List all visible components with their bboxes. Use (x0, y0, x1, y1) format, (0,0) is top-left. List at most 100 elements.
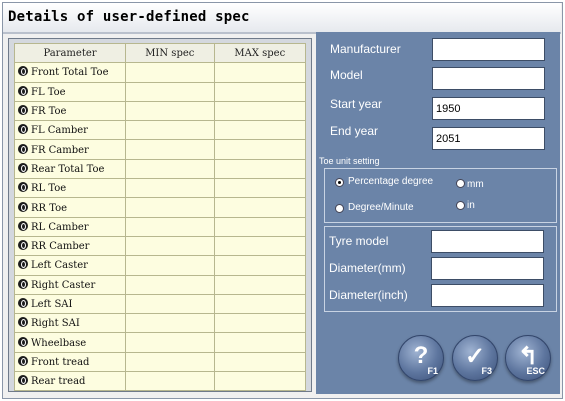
max-spec-cell[interactable] (213, 371, 307, 392)
radio-in-label[interactable]: in (467, 200, 475, 211)
diameter-mm-field[interactable] (431, 257, 544, 280)
min-spec-cell[interactable] (125, 81, 215, 102)
max-spec-cell[interactable] (213, 139, 307, 160)
max-spec-cell[interactable] (213, 313, 307, 334)
parameter-cell: Left Caster (14, 255, 126, 276)
info-icon[interactable] (18, 162, 28, 173)
info-icon[interactable] (18, 375, 28, 386)
parameter-cell: Rear Total Toe (14, 158, 126, 180)
radio-degree-minute[interactable] (335, 204, 344, 213)
exit-button[interactable]: ↰ ESC (505, 335, 551, 381)
max-spec-cell[interactable] (213, 351, 307, 373)
max-spec-cell[interactable] (213, 120, 307, 141)
table-row: Front tread (14, 351, 307, 373)
info-icon[interactable] (18, 317, 28, 328)
parameter-name: RR Toe (31, 202, 68, 214)
radio-in[interactable] (456, 201, 465, 210)
info-icon[interactable] (18, 355, 28, 366)
max-spec-cell[interactable] (213, 197, 307, 218)
end-year-field[interactable]: 2051 (432, 127, 545, 150)
info-icon[interactable] (18, 240, 28, 251)
min-spec-cell[interactable] (125, 216, 215, 237)
toe-unit-group: Percentage degree mm Degree/Minute in (324, 168, 557, 223)
table-row: Front Total Toe (14, 62, 307, 83)
info-icon[interactable] (18, 278, 28, 289)
max-spec-cell[interactable] (213, 293, 307, 315)
max-spec-cell[interactable] (213, 216, 307, 237)
parameter-name: Front Total Toe (31, 67, 109, 79)
max-spec-cell[interactable] (213, 62, 307, 83)
min-spec-cell[interactable] (125, 100, 215, 122)
max-spec-cell[interactable] (213, 274, 307, 295)
parameter-cell: Rear tread (14, 371, 126, 392)
min-spec-cell[interactable] (125, 351, 215, 373)
info-icon[interactable] (18, 259, 28, 270)
max-spec-cell[interactable] (213, 178, 307, 199)
min-spec-cell[interactable] (125, 197, 215, 218)
start-year-label: Start year (330, 97, 383, 111)
radio-percentage-degree[interactable] (335, 178, 344, 187)
min-spec-cell[interactable] (125, 332, 215, 353)
table-row: Wheelbase (14, 332, 307, 353)
table-row: FL Camber (14, 120, 307, 141)
table-row: RL Toe (14, 178, 307, 199)
min-spec-cell[interactable] (125, 178, 215, 199)
help-button-key: F1 (427, 366, 438, 376)
info-icon[interactable] (18, 298, 28, 308)
model-field[interactable] (432, 67, 545, 90)
spec-table: Parameter MIN spec MAX spec Front Total … (14, 42, 307, 392)
info-icon[interactable] (18, 66, 28, 77)
parameter-name: FR Camber (31, 144, 89, 156)
parameter-cell: Right SAI (14, 313, 126, 334)
info-icon[interactable] (18, 105, 28, 116)
tyre-model-field[interactable] (431, 230, 544, 253)
vehicle-info-panel: Manufacturer Model Start year 1950 End y… (316, 32, 560, 394)
radio-mm[interactable] (456, 179, 465, 188)
info-icon[interactable] (18, 201, 28, 212)
info-icon[interactable] (18, 182, 28, 193)
help-button[interactable]: ? F1 (398, 335, 444, 381)
info-icon[interactable] (18, 220, 28, 231)
table-row: Right SAI (14, 313, 307, 334)
start-year-field[interactable]: 1950 (432, 97, 545, 120)
info-icon[interactable] (18, 85, 28, 96)
min-spec-cell[interactable] (125, 255, 215, 276)
radio-percentage-degree-label[interactable]: Percentage degree (348, 176, 433, 187)
info-icon[interactable] (18, 124, 28, 135)
parameter-cell: Front tread (14, 351, 126, 373)
info-icon[interactable] (18, 336, 28, 347)
parameter-name: RL Camber (31, 221, 89, 233)
exit-button-key: ESC (526, 366, 545, 376)
manufacturer-field[interactable] (432, 38, 545, 61)
radio-mm-label[interactable]: mm (467, 179, 484, 190)
spec-table-panel: Parameter MIN spec MAX spec Front Total … (8, 38, 312, 392)
max-spec-cell[interactable] (213, 158, 307, 180)
info-icon[interactable] (18, 143, 28, 154)
max-spec-cell[interactable] (213, 332, 307, 353)
max-spec-cell[interactable] (213, 81, 307, 102)
tyre-group: Tyre model Diameter(mm) Diameter(inch) (324, 226, 557, 312)
radio-degree-minute-label[interactable]: Degree/Minute (348, 202, 414, 213)
parameter-cell: RL Camber (14, 216, 126, 237)
parameter-name: Front tread (31, 356, 90, 368)
parameter-name: Rear Total Toe (31, 163, 105, 175)
min-spec-cell[interactable] (125, 274, 215, 295)
diameter-inch-label: Diameter(inch) (329, 288, 408, 302)
confirm-button-key: F3 (481, 366, 492, 376)
parameter-name: FL Camber (31, 125, 88, 137)
confirm-button[interactable]: ✓ F3 (452, 335, 498, 381)
min-spec-cell[interactable] (125, 139, 215, 160)
table-row: FR Toe (14, 100, 307, 122)
max-spec-cell[interactable] (213, 255, 307, 276)
min-spec-cell[interactable] (125, 158, 215, 180)
min-spec-cell[interactable] (125, 313, 215, 334)
min-spec-cell[interactable] (125, 293, 215, 315)
min-spec-cell[interactable] (125, 120, 215, 141)
min-spec-cell[interactable] (125, 62, 215, 83)
min-spec-cell[interactable] (125, 371, 215, 392)
max-spec-cell[interactable] (213, 235, 307, 257)
parameter-name: Wheelbase (31, 337, 87, 349)
diameter-inch-field[interactable] (431, 284, 544, 307)
max-spec-cell[interactable] (213, 100, 307, 122)
min-spec-cell[interactable] (125, 235, 215, 257)
